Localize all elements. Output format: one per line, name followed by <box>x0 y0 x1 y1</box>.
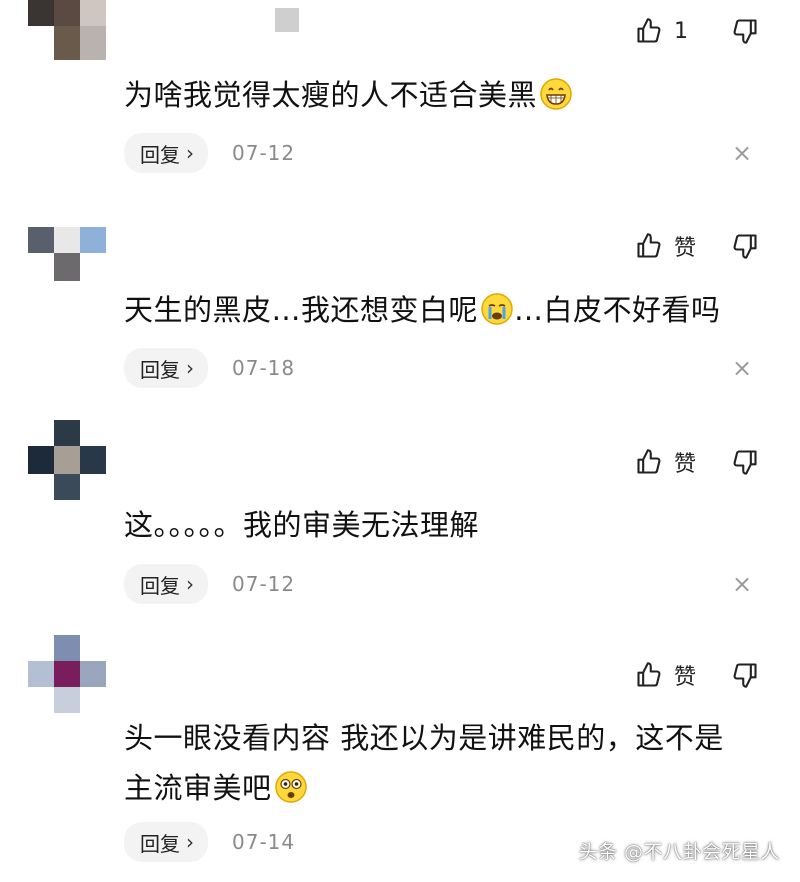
watermark: 头条 @不八卦会死星人 <box>578 841 780 863</box>
reply-button[interactable]: 回复 › <box>124 133 208 173</box>
like-button[interactable]: 赞 <box>634 230 702 262</box>
thumbs-down-icon <box>733 234 757 259</box>
like-count: 1 <box>674 18 688 44</box>
close-icon[interactable]: × <box>730 570 754 598</box>
thumbs-up-icon <box>634 447 664 477</box>
comment-text: 天生的黑皮…我还想变白呢 …白皮不好看吗 <box>124 293 721 327</box>
comment-date: 07-12 <box>232 572 296 596</box>
comment-date: 07-18 <box>232 356 296 380</box>
thumbs-down-icon <box>733 450 757 475</box>
crying-face-emoji <box>481 293 513 325</box>
comment-text: 头一眼没看内容 我还以为是讲难民的，这不是 主流审美吧 <box>124 721 724 805</box>
thumbs-down-button[interactable] <box>730 16 760 46</box>
thumbs-up-icon <box>634 231 664 261</box>
comment-date: 07-14 <box>232 830 296 854</box>
thumbs-down-icon <box>733 663 757 688</box>
thumbs-down-icon <box>733 19 757 44</box>
comment-text: 这。。。。。我的审美无法理解 <box>124 508 480 542</box>
chevron-right-icon: › <box>186 141 194 165</box>
close-icon[interactable]: × <box>730 139 754 167</box>
like-button[interactable]: 赞 <box>634 446 702 478</box>
like-button[interactable]: 赞 <box>634 659 702 691</box>
comment-item: 赞 这。。。。。我的审美无法理解 回复 › 07-12 × <box>0 420 800 635</box>
like-label: 赞 <box>674 236 697 261</box>
like-button[interactable]: 1 <box>634 16 702 46</box>
thumbs-down-button[interactable] <box>730 447 760 477</box>
grinning-face-emoji <box>540 78 572 110</box>
reply-button[interactable]: 回复 › <box>124 564 208 604</box>
like-label: 赞 <box>674 665 697 690</box>
thumbs-down-button[interactable] <box>730 231 760 261</box>
comment-item: 1 为啥我觉得太瘦的人不适合美黑 回复 › 07-12 × <box>0 0 800 215</box>
chevron-right-icon: › <box>186 356 194 380</box>
close-icon[interactable]: × <box>730 354 754 382</box>
username[interactable] <box>275 8 299 32</box>
chevron-right-icon: › <box>186 830 194 854</box>
comment-item: 赞 天生的黑皮…我还想变白呢 …白皮不好看吗 回复 › 07-18 × <box>0 215 800 430</box>
like-label: 赞 <box>674 452 697 477</box>
avatar[interactable] <box>28 420 108 500</box>
chevron-right-icon: › <box>186 572 194 596</box>
comment-date: 07-12 <box>232 141 296 165</box>
comment-text: 为啥我觉得太瘦的人不适合美黑 <box>124 70 770 120</box>
thumbs-up-icon <box>634 660 664 690</box>
thumbs-down-button[interactable] <box>730 660 760 690</box>
avatar[interactable] <box>28 635 108 713</box>
astonished-face-emoji <box>274 771 307 803</box>
avatar[interactable] <box>28 227 108 289</box>
avatar[interactable] <box>28 0 108 62</box>
thumbs-up-icon <box>634 16 664 46</box>
reply-button[interactable]: 回复 › <box>124 822 208 862</box>
reply-button[interactable]: 回复 › <box>124 348 208 388</box>
